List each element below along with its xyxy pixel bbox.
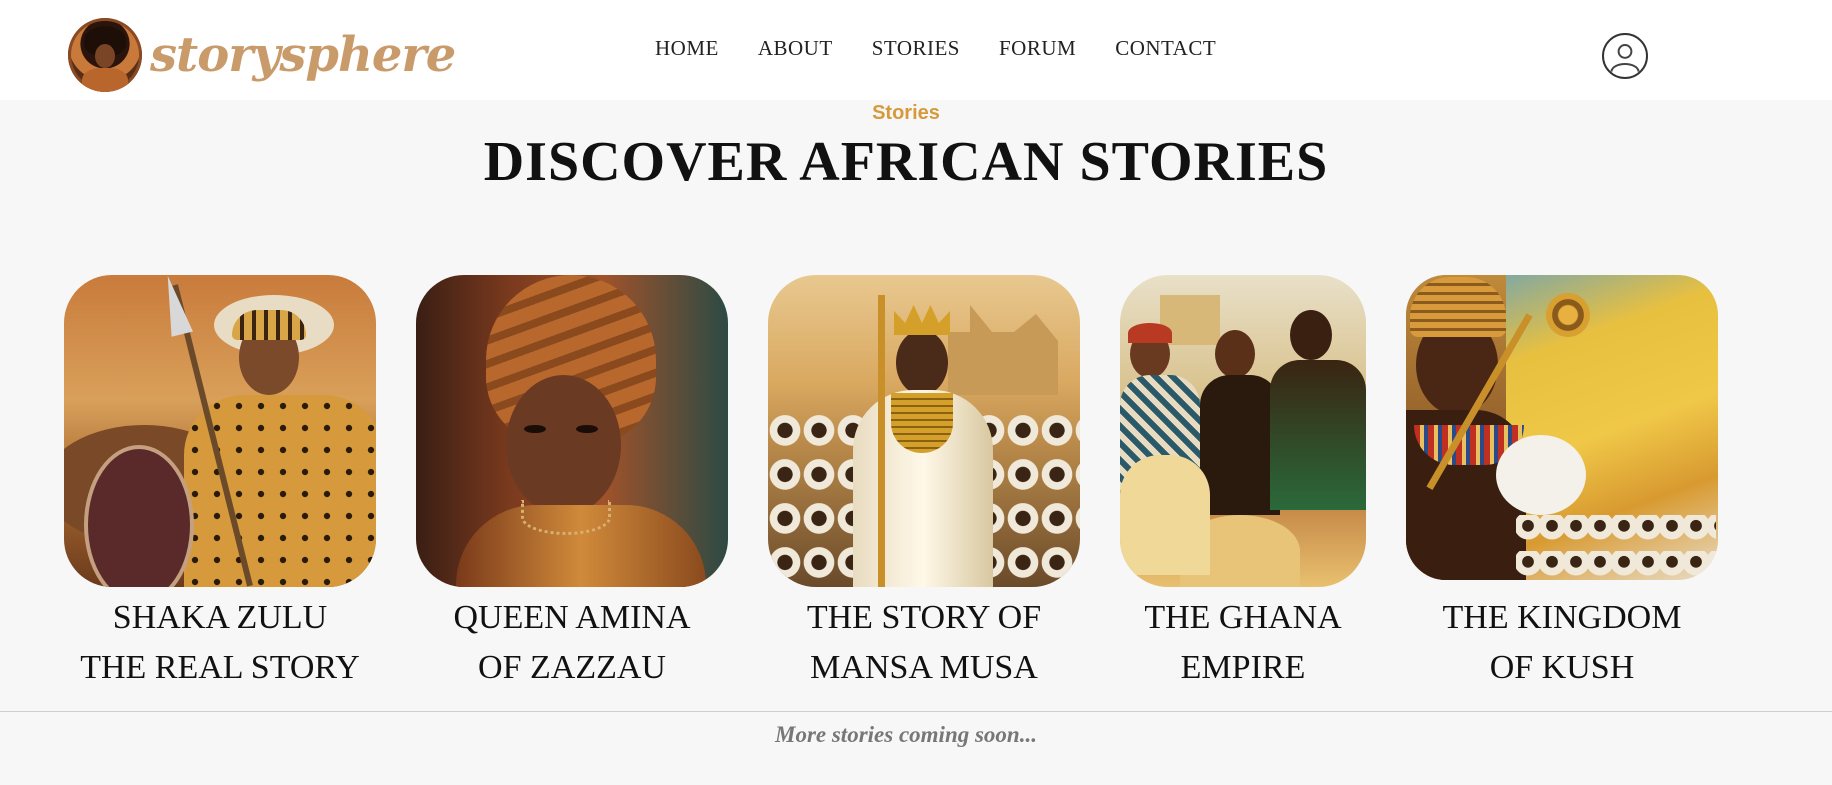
story-title-line: QUEEN AMINA [453,599,691,636]
story-card-mansa-musa[interactable]: THE STORY OF MANSA MUSA [768,275,1080,686]
site-header: storysphere HOME ABOUT STORIES FORUM CON… [0,0,1832,100]
queen-amina-portrait-image [416,275,728,587]
story-title-line: OF KUSH [1489,649,1635,686]
story-card-shaka-zulu[interactable]: SHAKA ZULU THE REAL STORY [64,275,376,686]
nav-contact[interactable]: CONTACT [1115,36,1216,61]
nav-stories[interactable]: STORIES [872,36,960,61]
logo-avatar-image [68,18,142,92]
story-title-line: THE REAL STORY [80,649,360,686]
story-title-line: OF ZAZZAU [478,649,666,686]
brand-logo[interactable]: storysphere [68,18,456,92]
story-title: THE GHANA EMPIRE [1067,593,1419,693]
user-circle-icon [1610,44,1640,72]
brand-name: storysphere [150,27,456,83]
story-title-line: THE KINGDOM [1442,599,1682,636]
story-title-line: MANSA MUSA [810,649,1038,686]
story-title-line: THE GHANA [1144,599,1342,636]
shaka-zulu-warrior-image [64,275,376,587]
coming-soon-note: More stories coming soon... [775,722,1037,747]
story-title-line: SHAKA ZULU [112,599,328,636]
user-account-button[interactable] [1602,33,1648,79]
footer-divider [0,711,1832,712]
story-card-kingdom-of-kush[interactable]: THE KINGDOM OF KUSH [1406,275,1718,686]
page-title: DISCOVER AFRICAN STORIES [483,131,1329,193]
story-title: THE STORY OF MANSA MUSA [748,593,1100,693]
story-title: SHAKA ZULU THE REAL STORY [44,593,396,693]
story-title-line: THE STORY OF [806,599,1042,636]
kingdom-of-kush-map-image [1406,275,1718,580]
story-title: THE KINGDOM OF KUSH [1386,593,1738,693]
ghana-empire-market-image [1120,275,1366,587]
story-title: QUEEN AMINA OF ZAZZAU [396,593,748,693]
nav-home[interactable]: HOME [655,36,719,61]
mansa-musa-king-image [768,275,1080,587]
story-card-queen-amina[interactable]: QUEEN AMINA OF ZAZZAU [416,275,728,686]
main-nav: HOME ABOUT STORIES FORUM CONTACT [655,36,1255,61]
section-eyebrow: Stories [872,102,940,124]
story-card-ghana-empire[interactable]: THE GHANA EMPIRE [1120,275,1366,686]
nav-forum[interactable]: FORUM [999,36,1076,61]
story-title-line: EMPIRE [1180,649,1306,686]
nav-about[interactable]: ABOUT [758,36,833,61]
